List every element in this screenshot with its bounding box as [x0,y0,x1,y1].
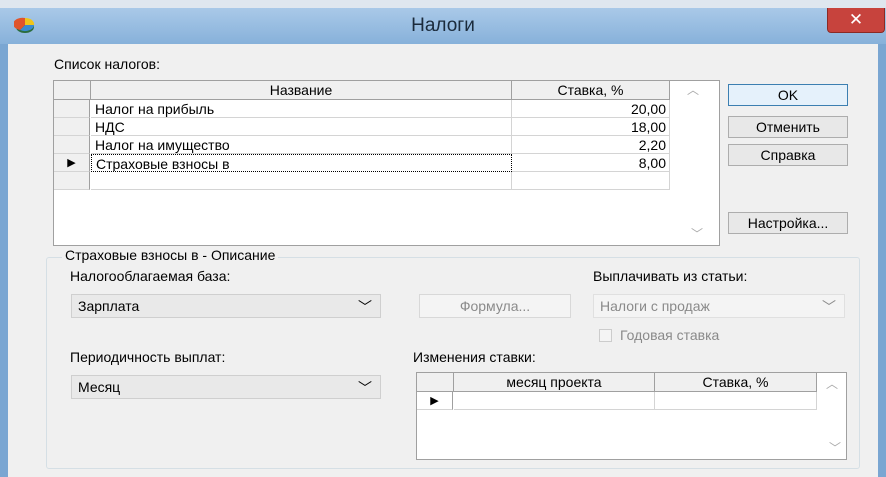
row-indicator[interactable] [54,136,90,154]
chevron-down-icon: ﹀ [358,299,372,315]
ok-button[interactable]: OK [728,84,848,106]
tax-name-cell[interactable]: Налог на прибыль [91,100,512,118]
annual-rate-checkbox[interactable] [599,329,612,342]
rate-changes-label: Изменения ставки: [413,349,536,365]
taxes-list-label: Список налогов: [54,56,161,72]
row-indicator[interactable]: ▶ [417,392,453,410]
tax-name-cell[interactable] [91,172,512,190]
column-header-rate[interactable]: Ставка, % [512,81,670,100]
tax-base-select[interactable]: Зарплата ﹀ [71,294,381,318]
tax-rate-cell[interactable]: 18,00 [512,118,670,136]
window-title: Налоги [411,15,475,36]
close-button[interactable]: ✕ [827,8,885,33]
pay-from-value: Налоги с продаж [600,298,710,314]
column-header-rate[interactable]: Ставка, % [655,373,817,392]
taxes-dialog: Налоги ✕ Список налогов: Название Ставка… [0,8,886,477]
taxes-table[interactable]: Название Ставка, % Налог на прибыль 20,00… [53,80,720,246]
description-group-title: Страховые взносы в - Описание [62,247,279,263]
dialog-client-area: Список налогов: Название Ставка, % Налог… [8,44,878,477]
scroll-up-icon[interactable]: ︿ [683,81,703,98]
rate-changes-table[interactable]: месяц проекта Ставка, % ▶ ︿ ﹀ [416,372,847,460]
tax-rate-cell[interactable]: 8,00 [512,154,670,172]
scroll-down-icon[interactable]: ﹀ [687,225,707,242]
periodicity-value: Месяц [78,379,121,395]
formula-button[interactable]: Формула... [419,294,571,318]
rate-cell[interactable] [655,392,817,410]
row-indicator-header [54,81,91,100]
pay-from-select[interactable]: Налоги с продаж ﹀ [593,294,845,318]
row-indicator[interactable]: ▶ [54,154,90,172]
row-indicator[interactable] [54,100,90,118]
scroll-down-icon[interactable]: ﹀ [825,439,845,456]
row-indicator[interactable] [54,172,90,190]
settings-button[interactable]: Настройка... [728,212,848,234]
tax-base-value: Зарплата [78,298,140,314]
row-indicator[interactable] [54,118,90,136]
row-indicator-header [417,373,454,392]
pay-from-label: Выплачивать из статьи: [593,268,748,284]
tax-name-cell[interactable]: НДС [91,118,512,136]
help-button[interactable]: Справка [728,144,848,166]
scroll-up-icon[interactable]: ︿ [822,375,842,392]
cancel-button[interactable]: Отменить [728,116,848,138]
periodicity-select[interactable]: Месяц ﹀ [71,375,381,399]
column-header-month[interactable]: месяц проекта [454,373,655,392]
periodicity-label: Периодичность выплат: [70,349,226,365]
background-strip [0,0,886,8]
tax-rate-cell[interactable] [512,172,670,190]
tax-rate-cell[interactable]: 20,00 [512,100,670,118]
tax-base-label: Налогооблагаемая база: [70,268,231,284]
title-bar[interactable]: Налоги ✕ [0,8,886,44]
month-cell[interactable] [454,392,655,410]
chevron-down-icon: ﹀ [822,299,836,315]
close-icon: ✕ [848,10,864,29]
chevron-down-icon: ﹀ [358,380,372,396]
annual-rate-label: Годовая ставка [620,327,720,343]
tax-name-cell[interactable]: Налог на имущество [91,136,512,154]
tax-name-cell[interactable]: Страховые взносы в [91,154,512,172]
column-header-name[interactable]: Название [91,81,512,100]
tax-rate-cell[interactable]: 2,20 [512,136,670,154]
